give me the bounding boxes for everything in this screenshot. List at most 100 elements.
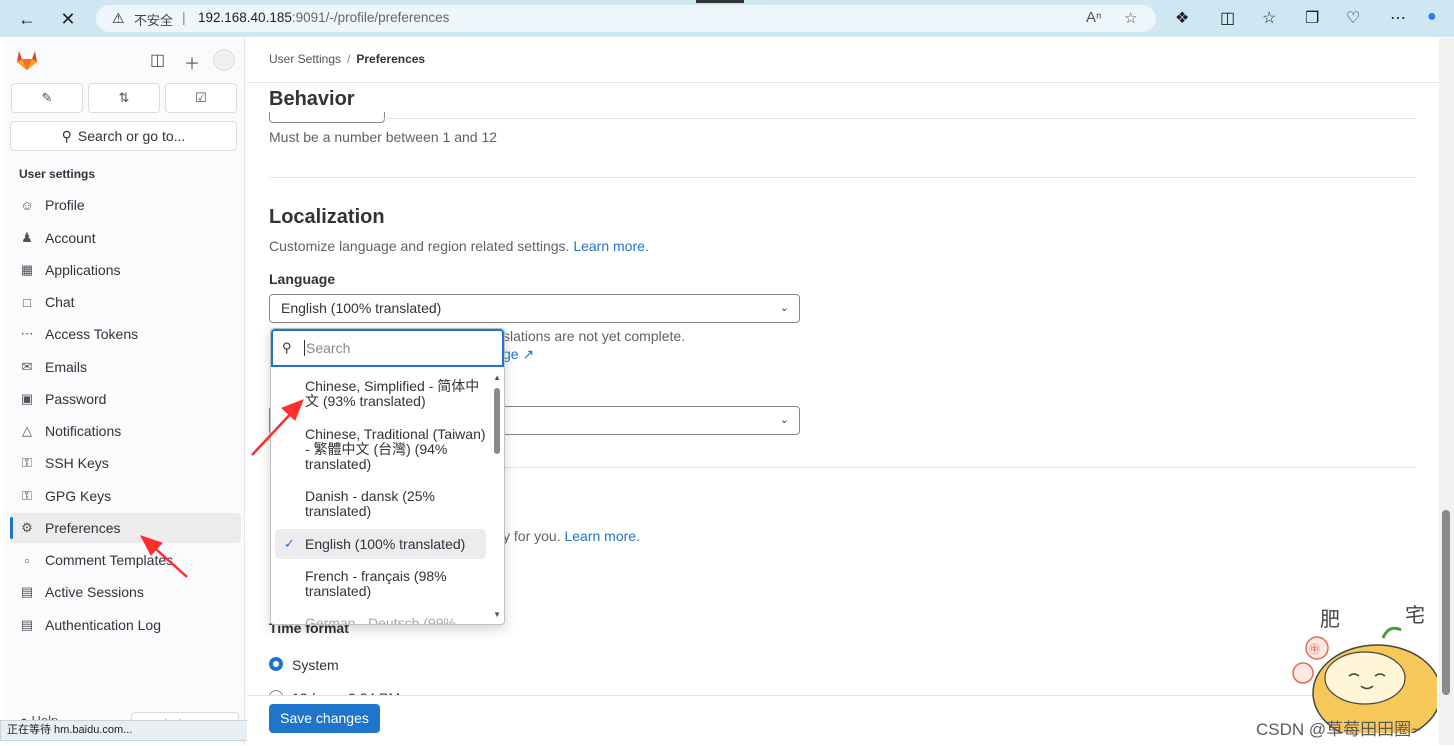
sidebar-item-label: GPG Keys [45,488,112,504]
sidebar-item-label: Authentication Log [45,617,161,633]
sidebar-item-label: Preferences [45,520,121,536]
time-preferences-description: y for you. Learn more. [503,528,640,544]
sidebar-item-access-tokens[interactable]: ⋯ Access Tokens [10,319,241,349]
help-translate-link-text: ge [503,346,519,362]
url-text[interactable]: 192.168.40.185:9091/-/profile/preference… [198,10,449,25]
language-select[interactable]: English (100% translated) ⌄ [269,294,800,323]
chevron-down-icon: ⌄ [779,414,789,426]
save-changes-button[interactable]: Save changes [269,704,380,733]
header-divider [247,82,1439,83]
split-screen-icon[interactable]: ◫ [1220,8,1235,28]
sidebar-item-gpg-keys[interactable]: ⚿ GPG Keys [10,481,241,511]
account-icon: ♟ [21,230,33,245]
preferences-icon: ⚙ [21,520,33,535]
language-dropdown: ⚲ Search Chinese, Simplified - 简体中文 (93%… [270,328,505,625]
chevron-down-icon: ⌄ [779,302,789,314]
arrow-left-icon[interactable]: ← [14,6,40,32]
language-option[interactable]: Chinese, Simplified - 简体中文 (93% translat… [275,379,486,409]
language-option[interactable]: Chinese, Traditional (Taiwan) - 繁體中文 (台灣… [275,427,486,472]
learn-more-link[interactable]: Learn more. [573,238,648,254]
collapse-sidebar-icon[interactable]: ◫ [150,50,165,70]
avatar[interactable] [213,49,235,71]
scroll-down-icon[interactable]: ▼ [493,610,501,619]
dropdown-scrollbar-thumb[interactable] [494,388,500,454]
key-icon: ⚿ [22,455,32,470]
sidebar-item-profile[interactable]: ☺ Profile [10,190,241,220]
search-icon: ⚲ [282,340,292,355]
favorites-icon[interactable]: ☆ [1262,8,1276,28]
todo-button[interactable]: ☑ [165,83,237,113]
profile-icon: ☺ [20,197,34,213]
time-format-system-label: System [292,657,339,673]
sessions-icon: ▤ [20,584,34,599]
language-label: Language [269,271,336,287]
search-label: Search or go to... [77,128,186,144]
sidebar-item-preferences[interactable]: ⚙ Preferences [10,513,241,543]
language-value: English (100% translated) [281,300,442,316]
page-scrollbar-thumb[interactable] [1442,510,1450,695]
favorite-star-icon[interactable]: ☆ [1124,9,1137,27]
sidebar-item-applications[interactable]: ▦ Applications [10,255,241,285]
gitlab-logo-icon[interactable] [15,49,39,71]
merge-requests-button[interactable]: ⇅ [88,83,160,113]
sidebar-item-account[interactable]: ♟ Account [10,223,241,253]
language-option[interactable]: Danish - dansk (25% translated) [275,489,486,519]
sidebar-item-emails[interactable]: ✉ Emails [10,352,241,382]
sidebar-item-label: Account [45,230,96,246]
address-bar[interactable]: ⚠ 不安全 | 192.168.40.185:9091/-/profile/pr… [96,5,1156,32]
time-learn-more-link[interactable]: Learn more. [564,528,639,544]
localization-title: Localization [269,206,385,228]
lock-icon: ▣ [20,391,34,406]
comment-icon: ▫ [24,552,30,568]
sidebar-item-active-sessions[interactable]: ▤ Active Sessions [10,577,241,607]
issues-icon: ✎ [41,90,53,105]
collections-icon[interactable]: ❐ [1305,8,1319,28]
warning-icon: ⚠ [112,10,125,26]
translation-hint: slations are not yet complete. [503,328,686,344]
issues-button[interactable]: ✎ [11,83,83,113]
time-format-system-radio[interactable] [269,657,283,671]
address-separator: | [182,9,186,25]
close-icon[interactable]: ✕ [55,6,81,32]
tab-width-input[interactable] [269,112,385,123]
search-icon: ⚲ [61,127,72,144]
sidebar-item-label: Profile [45,197,85,213]
language-option-selected[interactable]: ✓ English (100% translated) [275,529,486,559]
extensions-icon[interactable]: ❖ [1175,8,1189,28]
create-new-icon[interactable]: ＋ [184,50,200,74]
help-translate-link[interactable]: ge ↗ [503,346,534,363]
scroll-up-icon[interactable]: ▲ [493,373,501,382]
sidebar-item-label: Notifications [45,423,122,439]
dropdown-search-input[interactable]: ⚲ Search [271,329,504,367]
copilot-icon[interactable]: ● [1427,8,1437,26]
sidebar-item-chat[interactable]: □ Chat [10,287,241,317]
language-option[interactable]: French - français (98% translated) [275,569,486,599]
sidebar-item-label: Emails [45,359,88,375]
more-menu-icon[interactable]: ⋯ [1390,8,1406,28]
watermark-text: CSDN @草莓田田圈~ [1256,720,1422,739]
check-icon: ✓ [284,536,295,551]
browser-toolbar: ← ✕ ⚠ 不安全 | 192.168.40.185:9091/-/profil… [0,0,1454,37]
page-scrollbar[interactable] [1439,38,1454,745]
sticker-badge-2 [1292,662,1314,684]
mail-icon: ✉ [21,359,33,374]
sidebar-item-label: Access Tokens [45,326,139,342]
search-button[interactable]: ⚲ Search or go to... [10,121,237,151]
sidebar-item-ssh-keys[interactable]: ⚿ SSH Keys [10,448,241,478]
sidebar-item-comment-templates[interactable]: ▫ Comment Templates [10,545,241,575]
browser-essentials-icon[interactable]: ♡ [1346,8,1360,28]
sticker-leaf [1381,626,1402,639]
language-option[interactable]: German - Deutsch (99% [275,616,486,625]
merge-request-icon: ⇅ [118,90,130,105]
sidebar-item-authentication-log[interactable]: ▤ Authentication Log [10,610,241,640]
external-link-icon: ↗ [522,346,535,362]
breadcrumb-parent[interactable]: User Settings [269,52,341,66]
sidebar-item-notifications[interactable]: △ Notifications [10,416,241,446]
localization-description: Customize language and region related se… [269,238,649,254]
sidebar-item-password[interactable]: ▣ Password [10,384,241,414]
sidebar-item-label: Comment Templates [45,552,174,568]
read-aloud-icon[interactable]: Aⁿ [1086,9,1101,26]
sidebar-item-label: Applications [45,262,121,278]
todo-icon: ☑ [195,90,207,105]
section-divider [269,177,1416,178]
